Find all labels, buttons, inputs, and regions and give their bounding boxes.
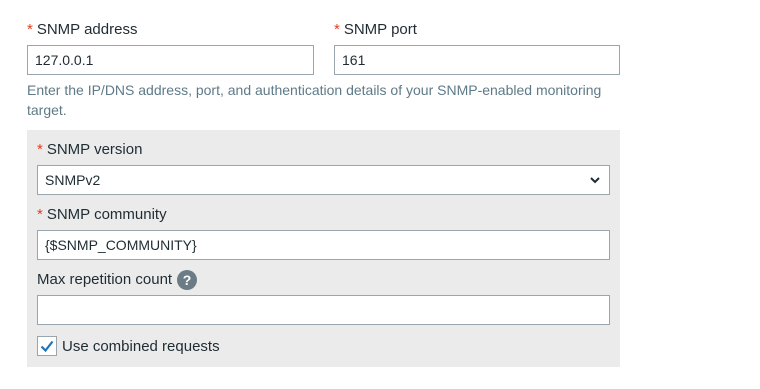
snmp-address-label: * SNMP address [27, 21, 137, 39]
snmp-community-label: * SNMP community [37, 206, 167, 224]
max-repetition-input[interactable] [37, 295, 610, 325]
snmp-community-input[interactable]: {$SNMP_COMMUNITY} [37, 230, 610, 260]
snmp-port-label: * SNMP port [334, 21, 417, 39]
snmp-community-label-text: SNMP community [46, 206, 167, 223]
required-marker: * [334, 21, 340, 38]
combined-requests-label[interactable]: Use combined requests [62, 338, 220, 356]
snmp-port-input[interactable]: 161 [334, 45, 620, 75]
snmp-port-label-text: SNMP port [343, 21, 417, 38]
snmp-version-select[interactable]: SNMPv2 [37, 165, 610, 195]
snmp-version-label: * SNMP version [37, 141, 142, 159]
chevron-down-icon [590, 177, 600, 184]
checkmark-icon [40, 340, 54, 353]
required-marker: * [27, 21, 33, 38]
required-marker: * [37, 141, 43, 158]
combined-requests-checkbox[interactable] [37, 336, 57, 356]
snmp-address-label-text: SNMP address [36, 21, 138, 38]
max-repetition-label: Max repetition count [37, 271, 173, 288]
snmp-version-selected: SNMPv2 [45, 172, 101, 188]
snmp-version-label-text: SNMP version [46, 141, 143, 158]
snmp-hint-text: Enter the IP/DNS address, port, and auth… [27, 82, 602, 118]
required-marker: * [37, 206, 43, 223]
question-mark-icon[interactable]: ? [177, 270, 197, 290]
snmp-address-input[interactable]: 127.0.0.1 [27, 45, 314, 75]
